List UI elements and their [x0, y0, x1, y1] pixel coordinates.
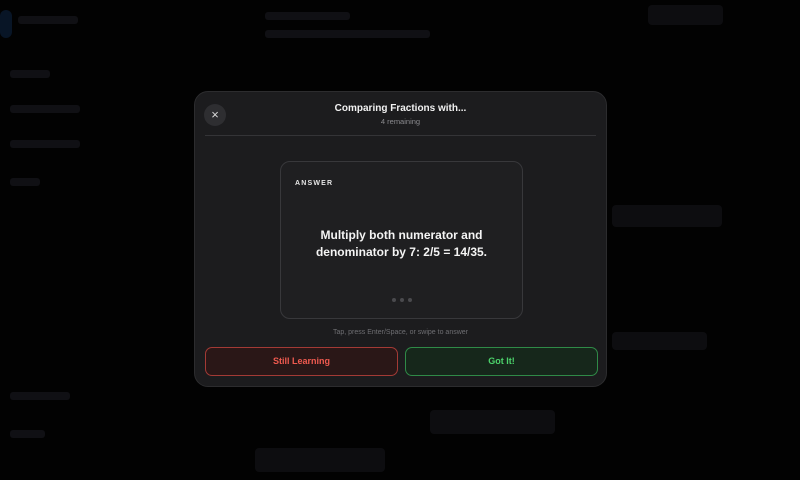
header-divider — [205, 135, 596, 136]
background-text — [265, 30, 430, 38]
modal-title: Comparing Fractions with... — [334, 103, 467, 114]
still-learning-button[interactable]: Still Learning — [205, 347, 398, 376]
background-text — [265, 12, 350, 20]
dot-icon — [407, 298, 412, 302]
background-button — [648, 5, 723, 25]
interaction-hint: Tap, press Enter/Space, or swipe to answ… — [332, 329, 468, 336]
flashcard-modal: × Comparing Fractions with... 4 remainin… — [194, 91, 607, 387]
dot-icon — [391, 298, 396, 302]
remaining-count: 4 remaining — [380, 117, 421, 126]
background-logo — [0, 10, 12, 38]
more-options-icon — [281, 298, 522, 302]
background-panel — [612, 332, 707, 350]
card-side-label: ANSWER — [295, 180, 334, 187]
background-text — [10, 430, 45, 438]
card-answer-text: Multiply both numerator and denominator … — [315, 228, 488, 259]
got-it-button[interactable]: Got It! — [405, 347, 598, 376]
background-panel — [612, 205, 722, 227]
background-panel — [255, 448, 385, 472]
background-text — [10, 105, 80, 113]
background-text — [10, 140, 80, 148]
background-text — [10, 392, 70, 400]
background-text — [18, 16, 78, 24]
background-text — [10, 178, 40, 186]
background-text — [10, 70, 50, 78]
dot-icon — [399, 298, 404, 302]
background-panel — [430, 410, 555, 434]
flashcard[interactable]: ANSWER Multiply both numerator and denom… — [280, 161, 523, 319]
